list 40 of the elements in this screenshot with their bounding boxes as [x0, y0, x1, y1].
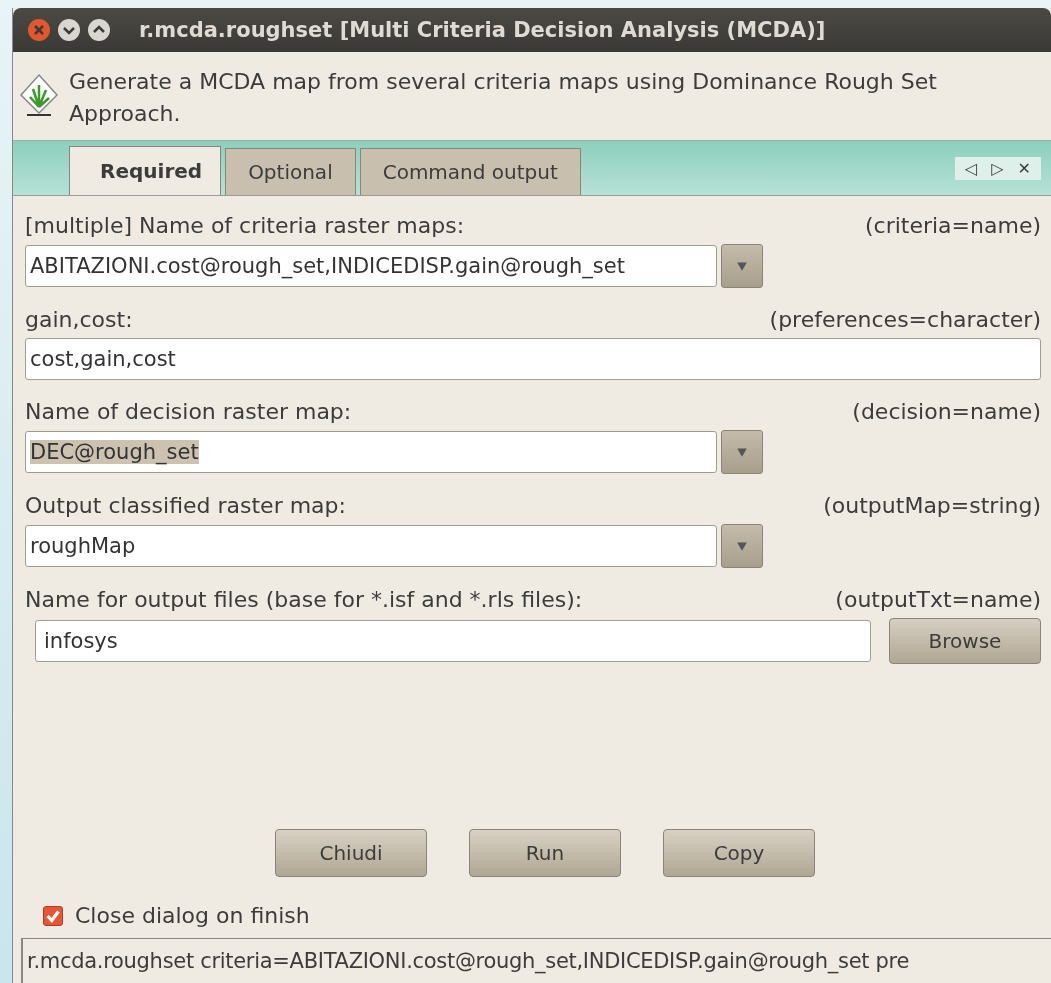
input-field[interactable]: ABITAZIONI.cost@rough_set,INDICEDISP.gain@rough_set — [25, 245, 717, 287]
caret-icon — [736, 446, 748, 458]
input-field[interactable]: infosys — [35, 620, 871, 662]
tab-control[interactable]: ◁ — [964, 158, 978, 178]
parameter-key: (outputMap=string) — [823, 492, 1041, 518]
minimize-icon[interactable] — [57, 18, 81, 42]
field-label: Name of decision raster map: — [25, 398, 352, 424]
dropdown-button[interactable] — [721, 524, 763, 568]
field-label: Name for output files (base for *.isf and *.rls files): — [25, 586, 583, 612]
tab-control[interactable]: ▷ — [991, 158, 1004, 178]
input-field[interactable]: DEC@rough_set — [25, 431, 717, 473]
checkbox-label: Close dialog on finish — [75, 903, 310, 928]
grass-logo-icon — [19, 72, 59, 118]
field-label: [multiple] Name of criteria raster maps: — [25, 212, 465, 238]
tab-control[interactable]: ✕ — [1017, 158, 1031, 178]
action-button[interactable]: Chiudi — [275, 829, 427, 877]
caret-icon — [736, 540, 748, 552]
window-title: r.mcda.roughset [Multi Criteria Decision Analysis (MCDA)] — [139, 18, 826, 42]
status-bar: r.mcda.roughset criteria=ABITAZIONI.cost@rough_set,INDICEDISP.gain@rough_set pre — [21, 938, 1051, 983]
tab[interactable]: Required — [69, 146, 222, 195]
close-icon[interactable] — [27, 18, 51, 42]
dropdown-button[interactable] — [721, 244, 763, 288]
field-label: gain,cost: — [25, 306, 133, 332]
input-field[interactable]: roughMap — [25, 525, 717, 567]
tab[interactable]: Optional — [225, 148, 356, 195]
parameter-key: (outputTxt=name) — [835, 586, 1041, 612]
checkbox[interactable] — [43, 905, 63, 926]
parameter-key: (decision=name) — [852, 398, 1041, 424]
parameter-key: (preferences=character) — [769, 306, 1041, 332]
tab[interactable]: Command output — [359, 148, 581, 195]
action-button[interactable]: Copy — [663, 829, 815, 877]
action-button[interactable]: Run — [469, 829, 621, 877]
parameter-key: (criteria=name) — [864, 212, 1041, 238]
dropdown-button[interactable] — [721, 430, 763, 474]
caret-icon — [736, 260, 748, 272]
description-text: Generate a MCDA map from several criteria maps using Dominance Rough Set Approach. — [69, 68, 938, 128]
maximize-icon[interactable] — [87, 18, 111, 42]
input-field[interactable]: cost,gain,cost — [25, 338, 1041, 380]
field-label: Output classified raster map: — [25, 492, 346, 518]
browse-button[interactable]: Browse — [889, 618, 1041, 664]
